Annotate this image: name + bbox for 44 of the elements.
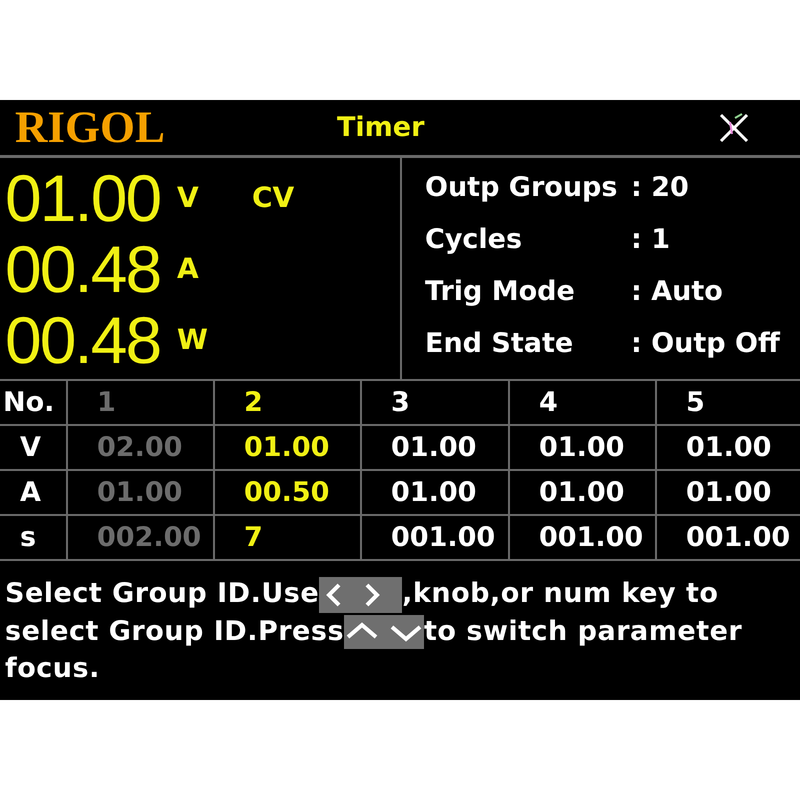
table-cell: 002.00	[97, 524, 202, 551]
table-cell: 7	[244, 524, 263, 551]
table-cell: 01.00	[539, 434, 624, 461]
row-header: No.	[3, 389, 54, 416]
reading-unit: V	[177, 184, 200, 212]
table-cell: 01.00	[97, 479, 182, 506]
reading-value: 00.48	[4, 306, 162, 372]
table-cell: 01.00	[244, 434, 330, 461]
setting-label: Cycles	[425, 226, 524, 252]
row-header: V	[20, 434, 41, 461]
table-cell: 00.50	[244, 479, 330, 506]
crossed-mark-icon	[718, 112, 750, 144]
setting-value: : Auto	[631, 278, 723, 304]
reading-unit: W	[177, 326, 209, 354]
table-cell: 02.00	[97, 434, 182, 461]
up-down-chevrons-icon	[344, 615, 424, 650]
brand-logo: RIGOL	[15, 105, 166, 150]
group-number[interactable]: 5	[686, 389, 705, 416]
table-cell: 01.00	[391, 479, 476, 506]
table-cell: 01.00	[686, 479, 772, 506]
table-cell: 01.00	[686, 434, 772, 461]
screen-title: Timer	[337, 114, 424, 141]
help-text: Select Group ID.Use ,knob,or num key to select Group ID.Press to switch parameter focus.	[4, 576, 744, 686]
reading-value: 01.00	[4, 164, 162, 230]
table-cell: 001.00	[539, 524, 644, 551]
setting-label: Trig Mode	[425, 278, 576, 304]
row-header: A	[20, 479, 41, 506]
table-cell: 01.00	[391, 434, 476, 461]
row-header: s	[20, 524, 36, 551]
group-number[interactable]: 4	[539, 389, 558, 416]
regulation-mode: CV	[252, 184, 294, 212]
setting-value: : 1	[631, 226, 670, 252]
table-cell: 001.00	[391, 524, 496, 551]
group-number[interactable]: 2	[244, 389, 263, 416]
group-number[interactable]: 3	[391, 389, 410, 416]
table-cell: 01.00	[539, 479, 624, 506]
reading-value: 00.48	[4, 236, 162, 302]
setting-label: Outp Groups	[425, 174, 618, 200]
setting-value: : 20	[631, 174, 689, 200]
left-right-chevrons-icon	[319, 576, 402, 613]
table-cell: 001.00	[686, 524, 790, 551]
setting-label: End State	[425, 330, 574, 356]
reading-unit: A	[177, 254, 200, 282]
setting-value: : Outp Off	[631, 330, 780, 356]
